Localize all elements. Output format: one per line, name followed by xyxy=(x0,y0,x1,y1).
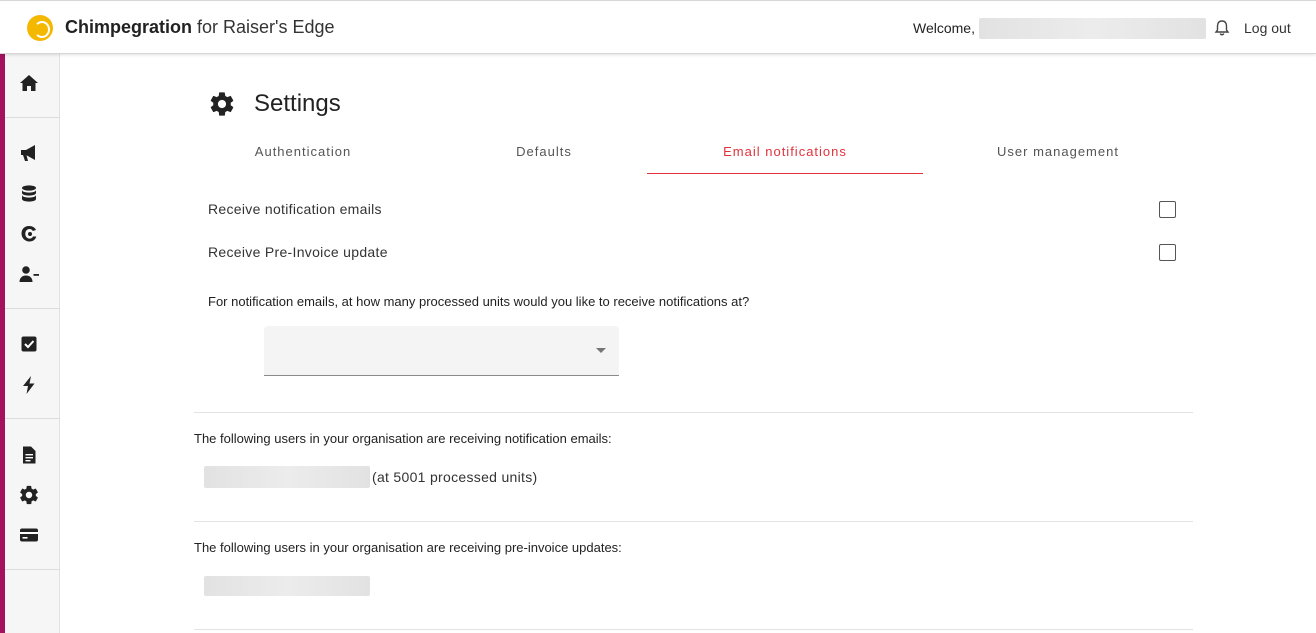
receive-notification-emails-label: Receive notification emails xyxy=(208,201,382,217)
processed-units-select[interactable] xyxy=(264,326,619,376)
pre-invoice-users-heading: The following users in your organisation… xyxy=(194,540,622,555)
redacted-user-name xyxy=(204,466,370,488)
receive-pre-invoice-checkbox[interactable] xyxy=(1159,244,1176,261)
email-user-units: (at 5001 processed units) xyxy=(372,469,538,485)
chimpegration-logo-icon xyxy=(27,15,53,41)
tab-email-notifications[interactable]: Email notifications xyxy=(647,134,923,174)
welcome-text: Welcome, xyxy=(913,20,975,36)
page-title: Settings xyxy=(254,90,341,117)
bolt-icon[interactable] xyxy=(18,374,40,396)
section-divider xyxy=(194,412,1193,413)
section-divider xyxy=(194,521,1193,522)
sidebar-divider xyxy=(5,418,60,419)
mailchimp-icon[interactable] xyxy=(18,223,40,245)
gear-icon[interactable] xyxy=(18,484,40,506)
settings-gear-icon xyxy=(210,92,234,116)
top-bar: Chimpegration for Raiser's Edge Welcome,… xyxy=(0,0,1316,54)
user-minus-icon[interactable] xyxy=(18,263,40,285)
dropdown-caret-icon xyxy=(596,348,606,353)
sidebar-divider xyxy=(5,308,60,309)
megaphone-icon[interactable] xyxy=(18,142,40,164)
document-icon[interactable] xyxy=(18,444,40,466)
redacted-username xyxy=(979,18,1206,39)
sidebar-divider xyxy=(5,569,60,570)
checkbox-icon[interactable] xyxy=(18,333,40,355)
sidebar-divider xyxy=(5,117,60,118)
tab-authentication[interactable]: Authentication xyxy=(194,134,412,174)
settings-tabs: Authentication Defaults Email notificati… xyxy=(194,134,1193,174)
section-divider xyxy=(194,629,1193,630)
app-suffix: for Raiser's Edge xyxy=(192,17,335,37)
email-users-heading: The following users in your organisation… xyxy=(194,431,612,446)
receive-pre-invoice-label: Receive Pre-Invoice update xyxy=(208,244,388,260)
redacted-user-name xyxy=(204,576,370,596)
receive-notification-emails-checkbox[interactable] xyxy=(1159,201,1176,218)
bell-icon[interactable] xyxy=(1214,19,1230,37)
app-name: Chimpegration xyxy=(65,17,193,37)
database-icon[interactable] xyxy=(18,183,40,205)
app-title: Chimpegration for Raiser's Edge xyxy=(65,17,335,38)
processed-units-question: For notification emails, at how many pro… xyxy=(208,294,750,309)
home-icon[interactable] xyxy=(18,72,40,94)
sidebar xyxy=(0,54,60,633)
tab-user-management[interactable]: User management xyxy=(923,134,1193,174)
tab-defaults[interactable]: Defaults xyxy=(406,134,682,174)
logout-link[interactable]: Log out xyxy=(1244,20,1291,36)
credit-card-icon[interactable] xyxy=(18,524,40,546)
